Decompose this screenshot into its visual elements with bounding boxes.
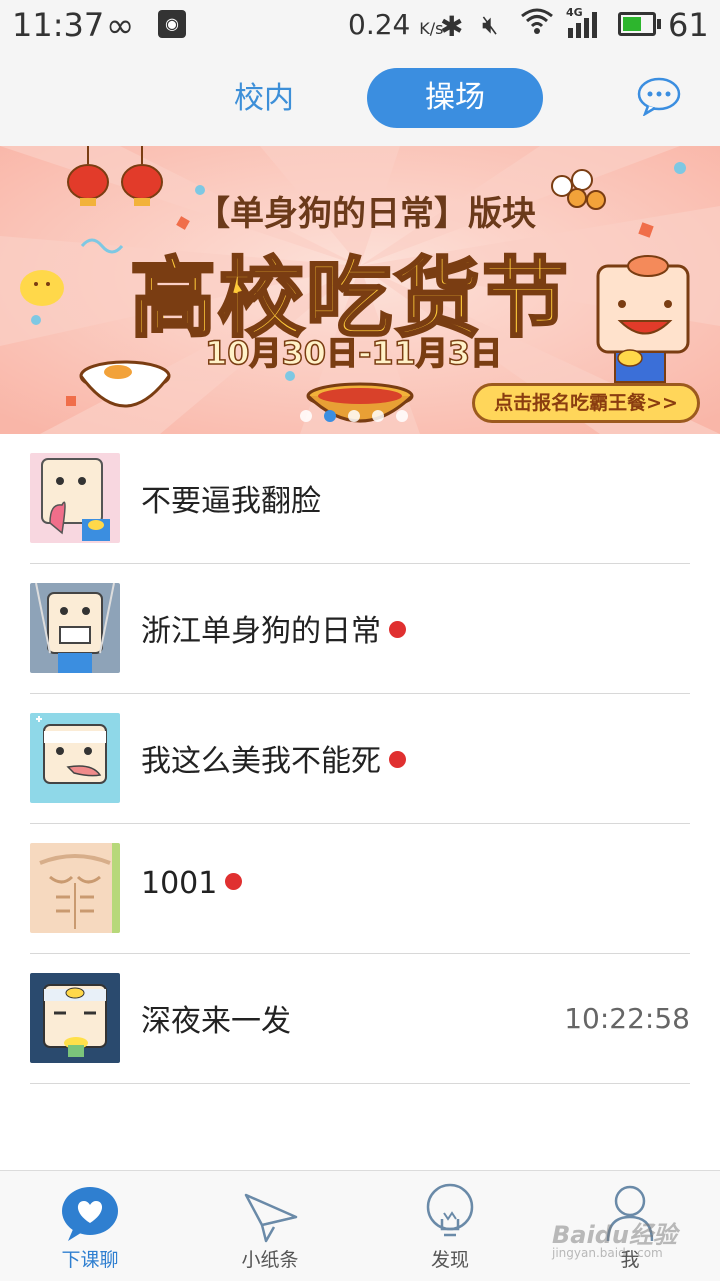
battery-icon [618,12,656,36]
banner-pagination [300,408,424,424]
banner-dot[interactable] [396,410,408,422]
heart-chat-icon [62,1187,118,1241]
watermark-logo: Baidu经验 [552,1221,677,1249]
avatar [30,713,120,803]
list-item[interactable]: 深夜来一发 10:22:58 [0,954,720,1084]
banner-date: 10月30日-11月3日 [204,333,503,373]
wifi-icon [520,6,554,44]
nav-faxian[interactable]: 发现 [360,1171,540,1281]
conversation-name: 深夜来一发 [141,996,291,1040]
list-item[interactable]: 浙江单身狗的日常 [0,564,720,694]
tab-xiaonei[interactable]: 校内 [204,70,324,128]
avatar [30,453,120,543]
banner-dot[interactable] [372,410,384,422]
signal-icon [568,12,597,38]
nav-label: 小纸条 [241,1249,299,1271]
network-speed-value: 0.24 [348,8,411,41]
avatar [30,583,120,673]
conversation-name: 浙江单身狗的日常 [141,606,406,650]
battery-tip [657,19,661,29]
banner-dot[interactable] [324,410,336,422]
banner-dot[interactable] [300,410,312,422]
battery-level [623,17,642,31]
list-item[interactable]: 1001 [0,824,720,954]
network-speed: 0.24 K/s [348,8,443,41]
conversation-name-text: 深夜来一发 [141,1004,291,1039]
tab-caochang[interactable]: 操场 [367,68,543,128]
unread-dot [389,751,406,768]
status-bar: 11:37 ∞ ◉ 0.24 K/s ✱ 🔇︎ 4G 61 [0,0,720,52]
divider [30,1083,690,1084]
conversation-name: 1001 [141,866,243,901]
infinity-icon: ∞ [106,6,135,46]
unread-dot [225,873,243,890]
lightbulb-icon [426,1183,474,1237]
nav-xiakeliao[interactable]: 下课聊 [0,1171,180,1281]
avatar [30,843,120,933]
mute-icon: 🔇︎ [482,10,499,40]
battery-percent: 61 [668,6,709,44]
conversation-name: 不要逼我翻脸 [141,476,321,520]
banner-dot[interactable] [348,410,360,422]
watermark-url: jingyan.baidu.com [552,1246,663,1260]
promo-banner[interactable]: 【单身狗的日常】版块 高校吃货节 10月30日-11月3日 点击报名吃霸王餐>> [0,146,720,434]
banner-signup-button[interactable]: 点击报名吃霸王餐>> [472,383,700,423]
status-time: 11:37 [12,6,105,44]
conversation-name-text: 不要逼我翻脸 [141,484,321,519]
nav-label: 下课聊 [61,1249,119,1271]
top-tab-bar: 校内 操场 [0,52,720,147]
nav-xiaozhitiao[interactable]: 小纸条 [180,1171,360,1281]
nav-label: 发现 [430,1249,469,1271]
conversation-time: 10:22:58 [564,1002,690,1035]
conversation-name-text: 1001 [141,866,218,901]
weibo-icon: ◉ [158,10,186,38]
conversation-name-text: 浙江单身狗的日常 [141,614,381,649]
chat-bubble-icon[interactable] [636,76,682,116]
list-item[interactable]: 不要逼我翻脸 [0,434,720,564]
conversation-name-text: 我这么美我不能死 [141,744,381,779]
paper-plane-icon [244,1193,298,1243]
avatar [30,973,120,1063]
list-item[interactable]: 我这么美我不能死 [0,694,720,824]
conversation-name: 我这么美我不能死 [141,736,406,780]
bluetooth-icon: ✱ [440,10,464,43]
unread-dot [389,621,406,638]
